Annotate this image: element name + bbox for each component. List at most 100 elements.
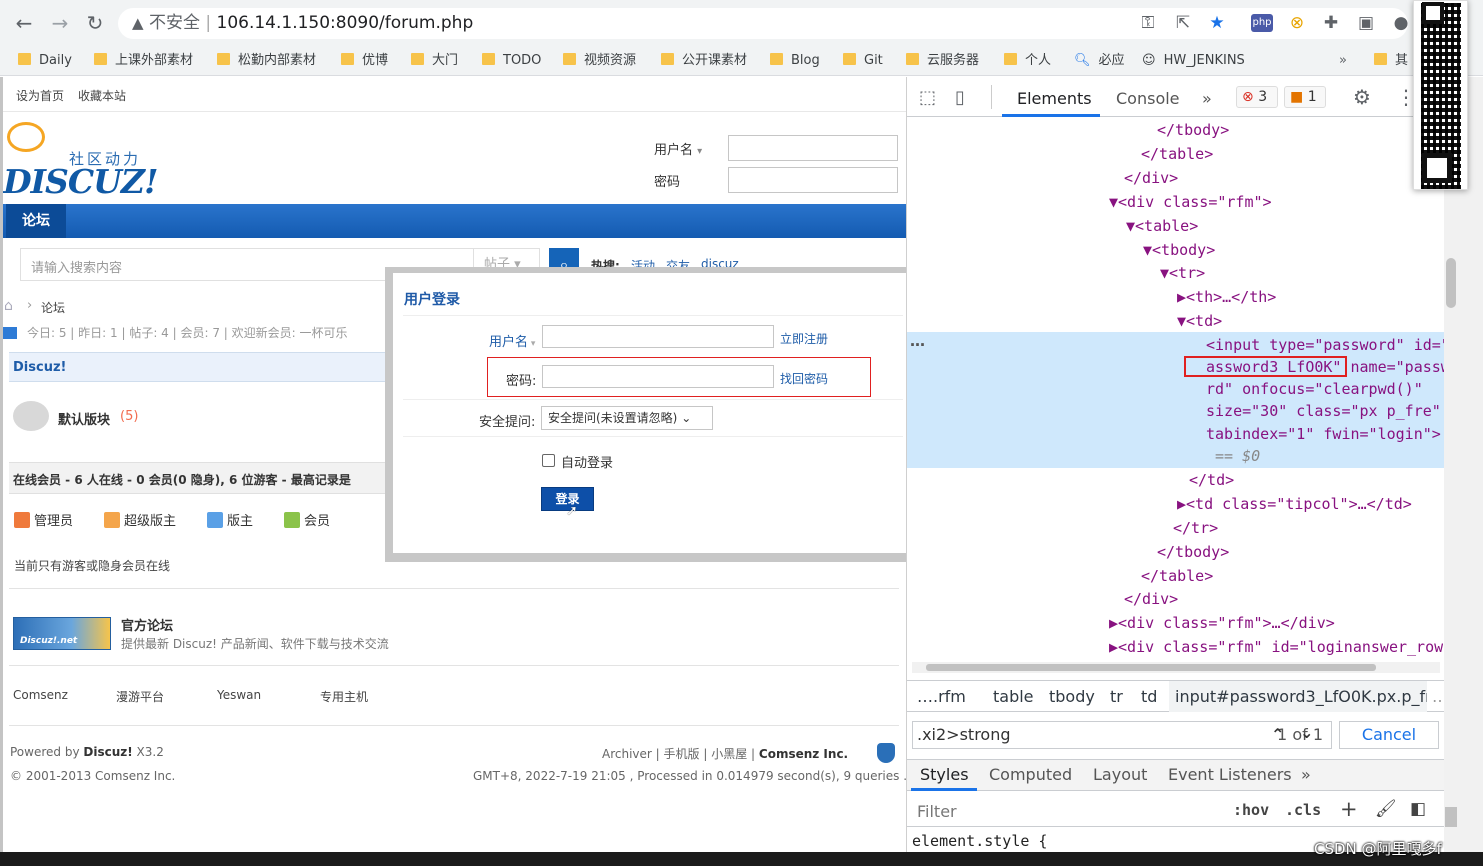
blackroom-link[interactable]: 小黑屋 [711, 747, 747, 761]
tab-elements[interactable]: Elements [1017, 89, 1092, 108]
scrollbar-thumb[interactable] [926, 664, 1376, 671]
dom-line[interactable]: </td> [1189, 468, 1234, 492]
dom-line-selected[interactable]: size="30" class="px p_fre" [1206, 399, 1441, 423]
cancel-find-button[interactable]: Cancel [1339, 721, 1439, 749]
bookmark-4[interactable]: 大门 [411, 51, 458, 71]
inspect-icon[interactable]: ⬚ [919, 87, 936, 108]
forgot-password-link[interactable]: 找回密码 [780, 370, 828, 387]
header-username-input[interactable] [728, 135, 898, 161]
register-link[interactable]: 立即注册 [780, 330, 828, 347]
next-match-icon[interactable]: ⌄ [1300, 723, 1313, 742]
username-select[interactable]: 用户名 ▾ [654, 139, 702, 158]
bookmark-1[interactable]: 上课外部素材 [94, 51, 193, 71]
horizontal-scrollbar[interactable] [912, 662, 1440, 673]
more-tabs[interactable]: » [1202, 89, 1212, 108]
link-yeswan[interactable]: Yeswan [217, 688, 261, 702]
official-forum-logo[interactable]: Discuz!.net [13, 617, 111, 650]
find-input[interactable]: .xi2>strong 1 of 1 [912, 721, 1332, 749]
header-password-input[interactable] [728, 167, 898, 193]
key-icon[interactable]: ⚿ [1137, 12, 1159, 34]
tab-computed[interactable]: Computed [989, 765, 1072, 784]
company-link[interactable]: Comsenz Inc. [759, 747, 848, 761]
bookmark-partial[interactable]: 其 [1374, 51, 1408, 71]
crumb-selected[interactable]: input#password3_LfO0K.px.p_fre [1169, 681, 1427, 712]
auto-login-label[interactable]: 自动登录 [561, 452, 613, 471]
dom-line[interactable]: </tr> [1173, 516, 1218, 540]
modal-username-input[interactable] [542, 325, 774, 348]
dom-line-selected[interactable]: rd" onfocus="clearpwd()" [1206, 377, 1423, 401]
dom-line[interactable]: ▼<tbody> [1143, 238, 1215, 262]
dom-line[interactable]: ▼<div class="rfm"> [1109, 190, 1272, 214]
new-rule-button[interactable]: + [1340, 797, 1358, 821]
share-icon[interactable]: ⇱ [1172, 12, 1194, 34]
extension-icon[interactable]: ⊗ [1286, 12, 1308, 34]
puzzle-icon[interactable]: ✚ [1320, 12, 1342, 34]
dom-line[interactable]: ▼<table> [1126, 214, 1198, 238]
gear-icon[interactable]: ⚙ [1353, 85, 1371, 109]
dom-line-selected[interactable]: tabindex="1" fwin="login"> [1206, 422, 1441, 446]
more-bookmarks[interactable]: » [1339, 51, 1347, 71]
dom-line[interactable]: </div> [1124, 166, 1178, 190]
dom-line[interactable]: </tbody> [1157, 540, 1229, 564]
hov-toggle[interactable]: :hov [1233, 801, 1269, 819]
dom-line[interactable]: </table> [1141, 142, 1213, 166]
device-toggle-icon[interactable]: ▯ [955, 87, 965, 108]
bookmark-bing[interactable]: 🔍︎ 必应 [1074, 51, 1125, 71]
prev-match-icon[interactable]: ⌃ [1271, 725, 1284, 744]
bookmark-2[interactable]: 松勤内部素材 [217, 51, 316, 71]
auto-login-checkbox[interactable] [542, 454, 555, 467]
nav-forum[interactable]: 论坛 [6, 204, 66, 238]
official-forum-title[interactable]: 官方论坛 [121, 615, 173, 634]
bookmark-11[interactable]: 个人 [1004, 51, 1051, 71]
tab-layout[interactable]: Layout [1093, 765, 1147, 784]
dom-line[interactable]: ▶<div class="rfm">…</div> [1109, 611, 1335, 635]
bookmark-site-link[interactable]: 收藏本站 [78, 87, 126, 104]
link-hosting[interactable]: 专用主机 [320, 688, 368, 705]
tab-styles[interactable]: Styles [920, 765, 969, 784]
dom-line[interactable]: ▶<td class="tipcol">…</td> [1177, 492, 1412, 516]
devtools-scrollbar[interactable] [1444, 77, 1483, 852]
link-manyou[interactable]: 漫游平台 [116, 688, 164, 705]
styles-filter-input[interactable]: Filter [917, 802, 957, 821]
crumb[interactable]: tbody [1049, 687, 1095, 706]
section-title[interactable]: Discuz! [13, 360, 66, 375]
breadcrumb-forum[interactable]: 论坛 [41, 299, 65, 316]
scrollbar-thumb[interactable] [1446, 258, 1456, 308]
back-icon[interactable]: ← [11, 10, 37, 36]
forward-icon[interactable]: → [47, 10, 73, 36]
tab-console[interactable]: Console [1116, 89, 1180, 108]
dom-line[interactable]: ▼<td> [1177, 309, 1222, 333]
warning-counter[interactable]: ■ 1 [1284, 86, 1326, 108]
modal-password-input[interactable] [542, 365, 774, 388]
dom-line[interactable]: </div> [1124, 587, 1178, 611]
board-name[interactable]: 默认版块 [58, 409, 110, 428]
dom-line[interactable]: ▼<tr> [1160, 261, 1205, 285]
bookmark-jenkins[interactable]: ☺ HW_JENKINS [1142, 51, 1245, 71]
security-question-select[interactable]: 安全提问(未设置请忽略) ⌄ [541, 406, 713, 430]
home-icon[interactable]: ⌂ [4, 298, 13, 314]
side-panel-icon[interactable]: ▣ [1355, 12, 1377, 34]
bookmark-6[interactable]: 视频资源 [563, 51, 636, 71]
bookmark-10[interactable]: 云服务器 [906, 51, 979, 71]
bookmark-blog[interactable]: Blog [770, 51, 820, 71]
discuz-logo[interactable]: DISCUZ! [3, 162, 159, 201]
error-counter[interactable]: ⊗ 3 [1236, 86, 1278, 108]
reload-icon[interactable]: ↻ [82, 10, 108, 36]
link-comsenz[interactable]: Comsenz [13, 688, 68, 702]
dom-line[interactable]: </tbody> [1157, 118, 1229, 142]
bookmark-3[interactable]: 优博 [341, 51, 388, 71]
sidebar-toggle-icon[interactable]: ◧ [1410, 799, 1426, 819]
paint-icon[interactable]: 🖌︎ [1375, 799, 1397, 819]
set-home-link[interactable]: 设为首页 [16, 87, 64, 104]
online-title[interactable]: 在线会员 - 6 人在线 - 0 会员(0 隐身), 6 位游客 - 最高记录是 [13, 471, 389, 488]
star-icon[interactable]: ★ [1206, 12, 1228, 34]
dom-line[interactable]: </table> [1141, 564, 1213, 588]
tab-event-listeners[interactable]: Event Listeners [1168, 765, 1292, 784]
dom-line[interactable]: ▶<th>…</th> [1177, 285, 1276, 309]
crumb[interactable]: ….rfm [917, 687, 966, 706]
crumb[interactable]: table [993, 687, 1034, 706]
php-extension-icon[interactable]: php [1251, 14, 1273, 32]
archiver-link[interactable]: Archiver [602, 747, 652, 761]
bookmark-git[interactable]: Git [843, 51, 883, 71]
mobile-link[interactable]: 手机版 [664, 747, 700, 761]
